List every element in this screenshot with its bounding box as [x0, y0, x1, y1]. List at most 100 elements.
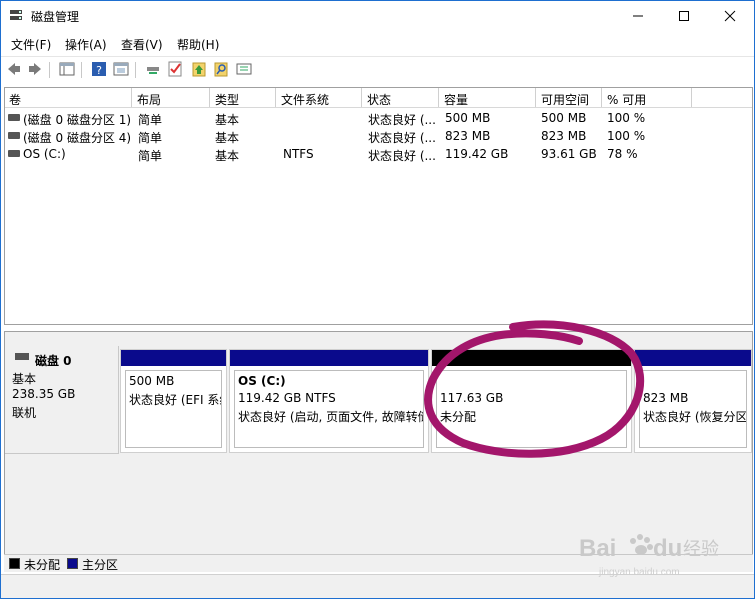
column-filesystem[interactable]: 文件系统 [277, 88, 362, 107]
partition-color-bar [230, 350, 428, 366]
menu-action[interactable]: 操作(A) [65, 36, 107, 53]
cell-layout: 简单 [138, 113, 163, 127]
partition-body: 500 MB 状态良好 (EFI 系统分区) [125, 370, 222, 448]
cell-capacity: 500 MB [445, 111, 491, 125]
minimize-button[interactable] [615, 1, 661, 31]
partition-unallocated[interactable]: 117.63 GB 未分配 [431, 349, 632, 453]
disk-status: 联机 [12, 406, 37, 420]
partition-size: 823 MB [643, 391, 689, 405]
partition-efi[interactable]: 500 MB 状态良好 (EFI 系统分区) [120, 349, 227, 453]
svg-text:du: du [653, 535, 682, 562]
cell-filesystem: NTFS [283, 147, 314, 161]
column-capacity[interactable]: 容量 [440, 88, 536, 107]
column-free-space[interactable]: 可用空间 [537, 88, 602, 107]
legend-label-primary: 主分区 [82, 558, 119, 572]
toolbar-separator [81, 62, 82, 78]
close-button[interactable] [707, 1, 753, 31]
cell-free-space: 823 MB [541, 129, 587, 143]
partition-status: 状态良好 (启动, 页面文件, 故障转储, 主分区) [238, 410, 423, 424]
menu-view[interactable]: 查看(V) [121, 36, 163, 53]
column-percent-free[interactable]: % 可用 [603, 88, 692, 107]
cell-percent-free: 100 % [607, 111, 646, 125]
minimize-icon [633, 15, 643, 17]
partition-status: 状态良好 (恢复分区) [643, 410, 747, 424]
table-row[interactable]: (磁盘 0 磁盘分区 4) 简单 基本 状态良好 (... 823 MB 823… [5, 127, 752, 145]
drive-icon [8, 150, 20, 157]
cell-free-space: 93.61 GB [541, 147, 597, 161]
legend-label-unallocated: 未分配 [24, 558, 61, 572]
disk-name: 磁盘 0 [35, 354, 72, 368]
maximize-icon [679, 11, 689, 21]
cell-status: 状态良好 (... [368, 113, 436, 127]
partition-recovery[interactable]: 823 MB 状态良好 (恢复分区) [634, 349, 752, 453]
cell-volume: (磁盘 0 磁盘分区 4) [23, 131, 132, 145]
toolbar-separator [49, 62, 50, 78]
partition-size: 500 MB [129, 374, 175, 388]
list-icon[interactable] [236, 61, 252, 77]
cell-percent-free: 78 % [607, 147, 638, 161]
cell-volume: OS (C:) [23, 147, 66, 161]
forward-icon[interactable] [27, 61, 43, 77]
partition-size: 119.42 GB NTFS [238, 391, 336, 405]
partition-color-bar [432, 350, 631, 366]
partition-body: 823 MB 状态良好 (恢复分区) [639, 370, 747, 448]
cell-volume: (磁盘 0 磁盘分区 1) [23, 113, 132, 127]
column-status[interactable]: 状态 [363, 88, 439, 107]
cell-type: 基本 [215, 149, 240, 163]
upload-icon[interactable] [191, 61, 207, 77]
partition-status: 未分配 [440, 410, 477, 424]
cell-layout: 简单 [138, 149, 163, 163]
disk-0-label[interactable]: 磁盘 0 基本 238.35 GB 联机 [5, 346, 119, 454]
connect-icon[interactable] [145, 61, 161, 77]
toolbar: ? [1, 56, 754, 82]
menu-file[interactable]: 文件(F) [11, 36, 51, 53]
column-type[interactable]: 类型 [211, 88, 276, 107]
checklist-icon[interactable] [167, 61, 183, 77]
drive-icon [8, 114, 20, 121]
window-title: 磁盘管理 [31, 10, 80, 24]
partition-status: 状态良好 (EFI 系统分区) [129, 393, 221, 407]
column-layout[interactable]: 布局 [133, 88, 210, 107]
partition-body: 117.63 GB 未分配 [436, 370, 627, 448]
legend-swatch-primary [67, 558, 78, 569]
partition-strip: 500 MB 状态良好 (EFI 系统分区) OS (C:) 119.42 GB… [120, 349, 752, 453]
cell-percent-free: 100 % [607, 129, 646, 143]
menu-bar: 文件(F) 操作(A) 查看(V) 帮助(H) [1, 34, 754, 54]
search-icon[interactable] [213, 61, 229, 77]
help-icon[interactable]: ? [91, 61, 107, 77]
toolbar-separator [135, 62, 136, 78]
volume-list-header: 卷 布局 类型 文件系统 状态 容量 可用空间 % 可用 [5, 88, 752, 108]
partition-color-bar [635, 350, 751, 366]
disk-management-app-icon [10, 10, 22, 20]
drive-icon [8, 132, 20, 139]
properties-icon[interactable] [113, 61, 129, 77]
column-volume[interactable]: 卷 [5, 88, 132, 107]
cell-status: 状态良好 (... [368, 149, 436, 163]
partition-title: OS (C:) [238, 374, 286, 388]
legend-swatch-unallocated [9, 558, 20, 569]
cell-free-space: 500 MB [541, 111, 587, 125]
partition-os-c[interactable]: OS (C:) 119.42 GB NTFS 状态良好 (启动, 页面文件, 故… [229, 349, 429, 453]
partition-size: 117.63 GB [440, 391, 504, 405]
table-row[interactable]: OS (C:) 简单 基本 NTFS 状态良好 (... 119.42 GB 9… [5, 145, 752, 163]
baidu-paw-logo: Bai du 经验 jingyan.baidu.com [579, 534, 719, 578]
cell-type: 基本 [215, 131, 240, 145]
svg-text:Bai: Bai [579, 535, 616, 562]
volume-list[interactable]: 卷 布局 类型 文件系统 状态 容量 可用空间 % 可用 (磁盘 0 磁盘分区 … [4, 87, 753, 325]
table-row[interactable]: (磁盘 0 磁盘分区 1) 简单 基本 状态良好 (... 500 MB 500… [5, 109, 752, 127]
cell-type: 基本 [215, 113, 240, 127]
cell-capacity: 823 MB [445, 129, 491, 143]
partition-color-bar [121, 350, 226, 366]
svg-text:jingyan.baidu.com: jingyan.baidu.com [598, 567, 680, 578]
partition-body: OS (C:) 119.42 GB NTFS 状态良好 (启动, 页面文件, 故… [234, 370, 424, 448]
cell-capacity: 119.42 GB [445, 147, 509, 161]
cell-status: 状态良好 (... [368, 131, 436, 145]
disk-management-window: 磁盘管理 文件(F) 操作(A) 查看(V) 帮助(H) ? 卷 布局 类型 文… [0, 0, 755, 599]
svg-text:经验: 经验 [683, 539, 719, 560]
console-tree-icon[interactable] [59, 61, 75, 77]
maximize-button[interactable] [661, 1, 707, 31]
menu-help[interactable]: 帮助(H) [177, 36, 219, 53]
cell-layout: 简单 [138, 131, 163, 145]
svg-text:?: ? [96, 64, 102, 77]
back-icon[interactable] [6, 61, 22, 77]
